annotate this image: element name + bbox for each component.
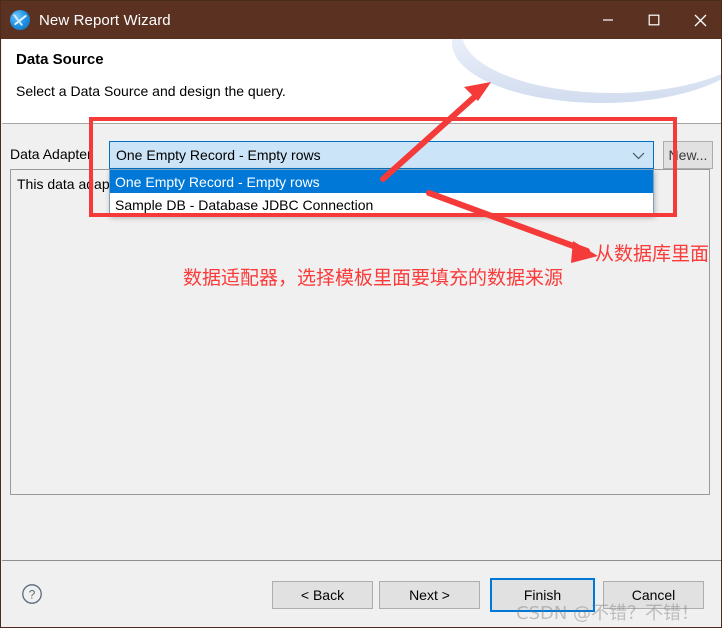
data-adapter-label: Data Adapter (10, 146, 92, 162)
data-adapter-description-box: This data adap (10, 169, 710, 495)
title-bar: New Report Wizard (1, 1, 721, 39)
minimize-icon[interactable] (585, 1, 631, 39)
dropdown-option-sample-db[interactable]: Sample DB - Database JDBC Connection (110, 193, 653, 216)
wizard-header: Data Source Select a Data Source and des… (2, 39, 721, 123)
data-adapter-description-text: This data adap (17, 176, 110, 192)
new-data-adapter-button[interactable]: New... (663, 141, 713, 169)
wizard-content: Data Adapter One Empty Record - Empty ro… (2, 123, 721, 561)
data-adapter-dropdown-list[interactable]: One Empty Record - Empty rows Sample DB … (109, 169, 654, 216)
dropdown-option-one-empty-record[interactable]: One Empty Record - Empty rows (110, 170, 653, 193)
csdn-watermark: CSDN @不错？不错！ (516, 603, 700, 624)
maximize-icon[interactable] (631, 1, 677, 39)
help-circle-icon[interactable]: ? (21, 583, 43, 605)
data-adapter-row: Data Adapter One Empty Record - Empty ro… (2, 141, 721, 169)
jasper-studio-icon (10, 10, 30, 30)
data-adapter-combobox[interactable]: One Empty Record - Empty rows (109, 141, 654, 169)
page-title: Data Source (16, 51, 104, 68)
page-subtitle: Select a Data Source and design the quer… (16, 83, 286, 99)
next-button[interactable]: Next > (379, 581, 480, 609)
window-controls (585, 1, 721, 39)
svg-text:?: ? (29, 588, 36, 602)
close-icon[interactable] (677, 1, 721, 39)
window-title: New Report Wizard (39, 11, 171, 29)
chevron-down-icon[interactable] (632, 151, 645, 160)
back-button[interactable]: < Back (272, 581, 373, 609)
data-adapter-selected-value: One Empty Record - Empty rows (116, 147, 321, 163)
new-report-wizard-dialog: New Report Wizard Data Source Select a D… (0, 0, 722, 628)
